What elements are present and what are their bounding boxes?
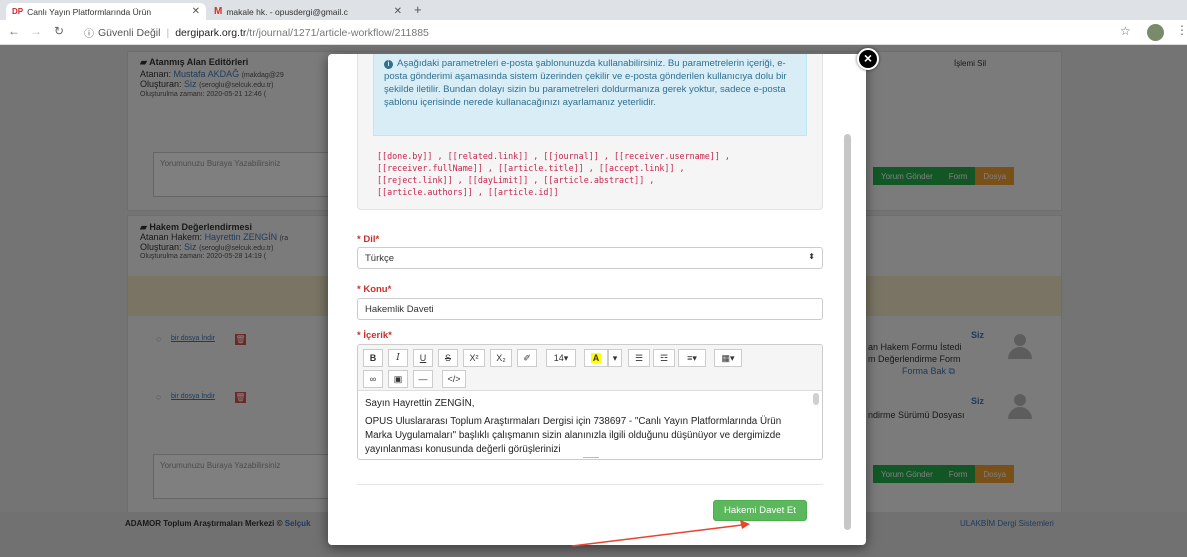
variables-line: [[done.by]] , [[related.link]] , [[journ… <box>377 151 730 161</box>
reload-icon[interactable]: ↻ <box>54 24 64 38</box>
rich-text-editor: B I U S X² X₂ ✐ 14▾ A ▾ ☰ ☲ ≡▾ ▦▾ ∞ ▣ — … <box>357 344 823 460</box>
code-view-icon[interactable]: </> <box>442 370 466 388</box>
modal-scrollbar[interactable] <box>844 134 851 530</box>
close-tab-icon[interactable]: ✕ <box>192 6 200 17</box>
variables-line: [[receiver.fullName]] , [[article.title]… <box>377 163 685 173</box>
footer-divider <box>357 484 823 485</box>
editor-content[interactable]: Sayın Hayrettin ZENGİN, OPUS Uluslararas… <box>365 397 810 459</box>
superscript-button[interactable]: X² <box>463 349 485 367</box>
email-greeting: Sayın Hayrettin ZENGİN, <box>365 398 475 409</box>
forward-icon[interactable]: → <box>30 24 42 38</box>
variables-line: [[reject.link]] , [[dayLimit]] , [[artic… <box>377 175 655 185</box>
language-selected-value: Türkçe <box>365 253 395 264</box>
tab-title: Canlı Yayın Platformlarında Ürün <box>27 6 152 17</box>
horizontal-rule-icon[interactable]: — <box>413 370 433 388</box>
editor-scrollbar[interactable] <box>813 393 819 405</box>
underline-button[interactable]: U <box>413 349 433 367</box>
email-template-modal: i Aşağıdaki parametreleri e-posta şablonu… <box>328 54 866 545</box>
select-arrows-icon: ⬍ <box>808 252 815 261</box>
italic-button[interactable]: I <box>388 349 408 367</box>
browser-menu-icon[interactable]: ⋮ <box>1176 23 1187 37</box>
bookmark-star-icon[interactable]: ☆ <box>1120 24 1131 38</box>
link-icon[interactable]: ∞ <box>363 370 383 388</box>
highlight-color-button[interactable]: A <box>584 349 608 367</box>
address-bar: ← → ↻ ⓘ Güvenli Değil | dergipark.org.tr… <box>0 20 1187 45</box>
editor-toolbar: B I U S X² X₂ ✐ 14▾ A ▾ ☰ ☲ ≡▾ ▦▾ ∞ ▣ — … <box>358 345 822 391</box>
parameters-well: i Aşağıdaki parametreleri e-posta şablonu… <box>357 54 823 210</box>
dergipark-favicon-icon: DP <box>12 7 24 16</box>
gmail-favicon-icon: M <box>214 6 223 17</box>
url-path: /tr/journal/1271/article-workflow/211885 <box>246 26 429 39</box>
content-label: * İçerik* <box>357 330 392 341</box>
strikethrough-button[interactable]: S <box>438 349 458 367</box>
parameters-info-alert: i Aşağıdaki parametreleri e-posta şablonu… <box>373 54 807 136</box>
paragraph-align-dropdown[interactable]: ≡▾ <box>678 349 706 367</box>
info-circle-icon: i <box>384 60 393 69</box>
email-body: OPUS Uluslararası Toplum Araştırmaları D… <box>365 416 782 455</box>
highlight-color-dropdown[interactable]: ▾ <box>608 349 622 367</box>
invite-referee-button[interactable]: Hakemi Davet Et <box>713 500 807 521</box>
close-modal-icon[interactable]: × <box>857 48 879 70</box>
table-dropdown[interactable]: ▦▾ <box>714 349 742 367</box>
url-host: dergipark.org.tr <box>175 26 247 39</box>
language-label: * Dil* <box>357 234 380 245</box>
browser-tab-article[interactable]: DP Canlı Yayın Platformlarında Ürün ✕ <box>6 3 206 20</box>
template-variables: [[done.by]] , [[related.link]] , [[journ… <box>377 150 817 198</box>
url-separator: | <box>166 26 170 39</box>
back-icon[interactable]: ← <box>8 24 20 38</box>
ordered-list-icon[interactable]: ☲ <box>653 349 675 367</box>
language-select[interactable]: Türkçe ⬍ <box>357 247 823 269</box>
browser-tab-bar: DP Canlı Yayın Platformlarında Ürün ✕ M … <box>0 0 1187 20</box>
bold-button[interactable]: B <box>363 349 383 367</box>
tab-title: makale hk. - opusdergi@gmail.c <box>226 6 348 17</box>
info-icon[interactable]: ⓘ <box>84 25 94 40</box>
variables-line: [[article.authors]] , [[article.id]] <box>377 187 559 197</box>
profile-avatar[interactable] <box>1147 24 1164 41</box>
new-tab-icon[interactable]: + <box>414 2 422 17</box>
font-size-dropdown[interactable]: 14▾ <box>546 349 576 367</box>
close-tab-icon[interactable]: ✕ <box>394 6 402 17</box>
subject-value: Hakemlik Daveti <box>365 304 434 315</box>
eraser-icon[interactable]: ✐ <box>517 349 537 367</box>
url-field[interactable]: ⓘ Güvenli Değil | dergipark.org.tr /tr/j… <box>84 23 1104 42</box>
image-icon[interactable]: ▣ <box>388 370 408 388</box>
subject-input[interactable]: Hakemlik Daveti <box>357 298 823 320</box>
subscript-button[interactable]: X₂ <box>490 349 512 367</box>
security-status: Güvenli Değil <box>98 26 161 39</box>
unordered-list-icon[interactable]: ☰ <box>628 349 650 367</box>
browser-tab-gmail[interactable]: M makale hk. - opusdergi@gmail.c ✕ <box>208 3 408 20</box>
subject-label: * Konu* <box>357 284 392 295</box>
editor-resize-handle[interactable] <box>583 457 599 459</box>
